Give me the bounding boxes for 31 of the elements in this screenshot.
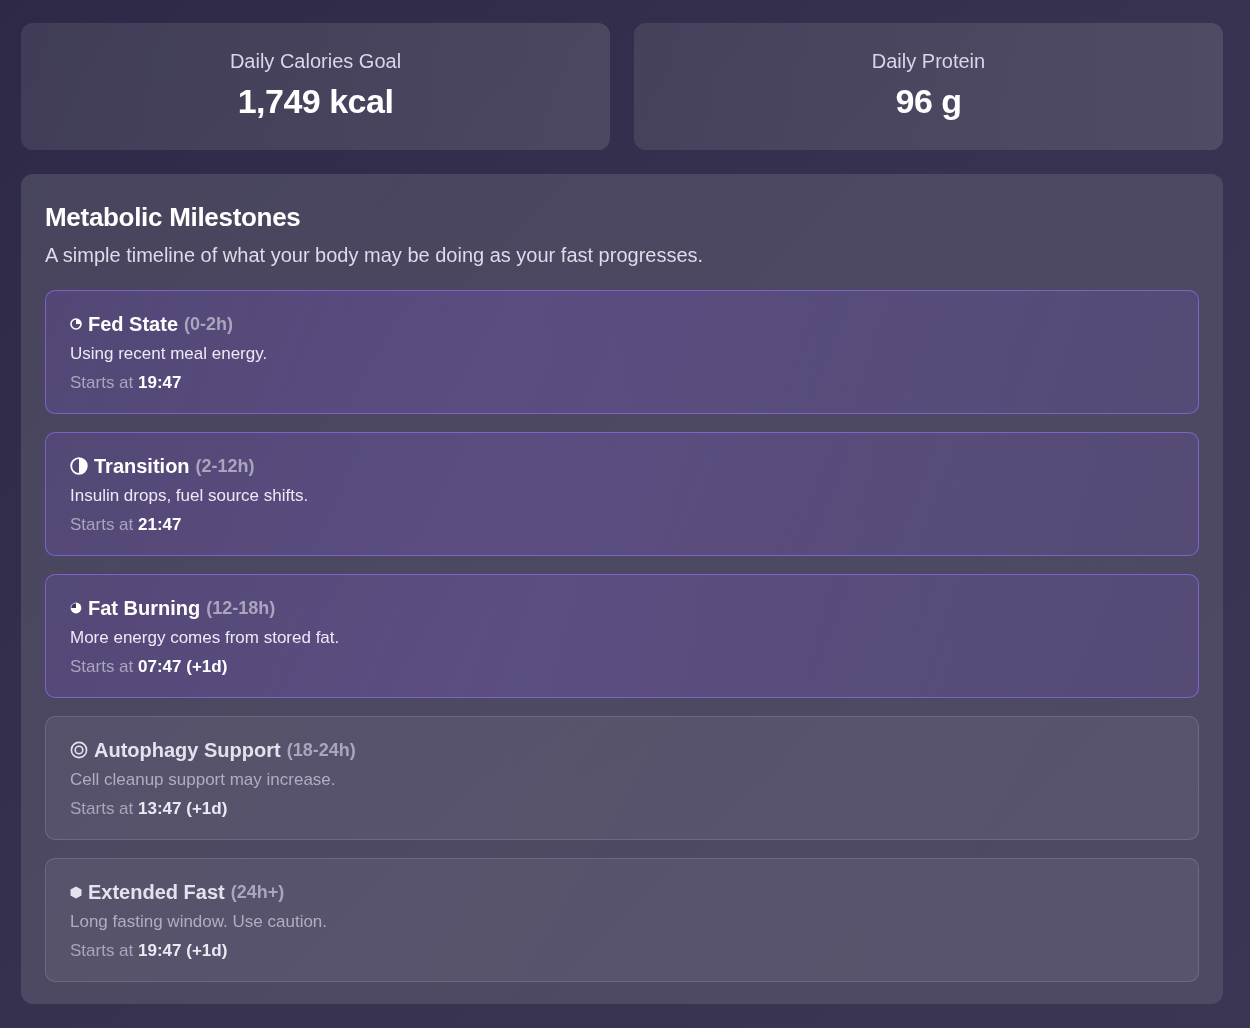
quarter-pie-icon	[70, 318, 82, 330]
milestone-name: Transition	[94, 454, 190, 479]
milestone-range: (18-24h)	[286, 739, 356, 762]
hexagon-icon	[70, 885, 82, 899]
stat-value: 1,749 kcal	[237, 80, 394, 122]
milestone-range: (12-18h)	[206, 597, 276, 620]
milestone-name: Fat Burning	[88, 596, 201, 621]
milestone-start-time: Starts at 07:47 (+1d)	[70, 656, 229, 678]
milestone-description: Using recent meal energy.	[70, 343, 269, 365]
pie-icon	[70, 602, 82, 614]
milestone-name: Fed State	[88, 312, 179, 337]
milestone-description: Insulin drops, fuel source shifts.	[70, 485, 310, 507]
ring-icon	[70, 741, 88, 759]
stat-label: Daily Protein	[871, 48, 986, 74]
milestone-range: (24h+)	[230, 881, 285, 904]
milestone-description: More energy comes from stored fat.	[70, 627, 341, 649]
panel-subtitle: A simple timeline of what your body may be doing as your fast progresses.	[45, 243, 705, 268]
milestone-start-time: Starts at 21:47	[70, 514, 183, 536]
milestone-description: Cell cleanup support may increase.	[70, 769, 337, 791]
milestone-name: Extended Fast	[88, 880, 225, 905]
stat-value: 96 g	[895, 80, 962, 122]
milestone-range: (2-12h)	[195, 455, 255, 478]
milestone-start-time: Starts at 13:47 (+1d)	[70, 798, 229, 820]
milestone-start-time: Starts at 19:47 (+1d)	[70, 940, 229, 962]
milestone-name: Autophagy Support	[94, 738, 281, 763]
milestone-description: Long fasting window. Use caution.	[70, 911, 329, 933]
panel-title: Metabolic Milestones	[45, 201, 302, 234]
half-circle-icon	[70, 457, 88, 475]
milestone-range: (0-2h)	[184, 313, 234, 336]
milestone-start-time: Starts at 19:47	[70, 372, 183, 394]
stat-label: Daily Calories Goal	[229, 48, 402, 74]
